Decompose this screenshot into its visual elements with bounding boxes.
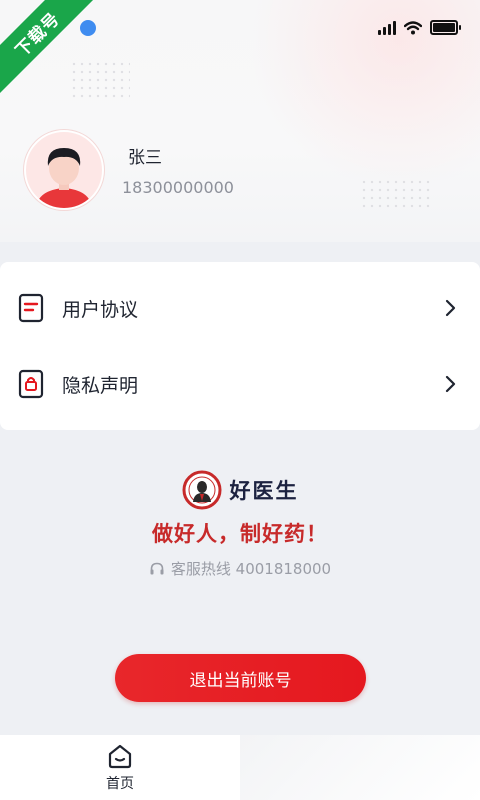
menu-item-privacy-statement[interactable]: 隐私声明 xyxy=(0,354,480,414)
chevron-right-icon xyxy=(445,375,456,393)
brand-section: 好医生 做好人，制好药！ 客服热线 4001818000 xyxy=(0,470,480,579)
lock-document-icon xyxy=(18,369,44,399)
user-name: 张三 xyxy=(128,148,162,168)
avatar[interactable] xyxy=(24,130,104,210)
home-icon xyxy=(108,744,132,769)
menu-item-label: 隐私声明 xyxy=(62,374,139,397)
menu-card: 用户协议 隐私声明 xyxy=(0,262,480,430)
bottom-tab-bar: 首页 xyxy=(0,735,480,800)
wifi-icon xyxy=(404,20,422,34)
battery-icon xyxy=(430,20,461,35)
hotline-text: 客服热线 4001818000 xyxy=(170,560,332,578)
user-profile[interactable]: 张三 18300000000 xyxy=(24,130,234,210)
customer-service-hotline[interactable]: 客服热线 4001818000 xyxy=(0,558,480,579)
dot-pattern xyxy=(70,60,130,100)
signal-icon xyxy=(378,20,396,35)
chevron-right-icon xyxy=(445,299,456,317)
status-bar xyxy=(378,20,461,35)
dot-pattern xyxy=(360,178,430,212)
brand-name: 好医生 xyxy=(229,479,299,503)
menu-item-user-agreement[interactable]: 用户协议 xyxy=(0,278,480,338)
headset-icon xyxy=(150,562,164,574)
logout-button[interactable]: 退出当前账号 xyxy=(115,654,366,702)
tab-home[interactable]: 首页 xyxy=(84,743,156,793)
user-phone: 18300000000 xyxy=(122,178,234,197)
ribbon-dot xyxy=(80,20,96,36)
avatar-person-icon xyxy=(36,148,92,208)
menu-item-label: 用户协议 xyxy=(62,298,139,321)
brand-logo xyxy=(182,470,221,510)
document-icon xyxy=(18,293,44,323)
brand-slogan: 做好人，制好药！ xyxy=(152,521,328,546)
tab-label: 首页 xyxy=(106,776,134,792)
